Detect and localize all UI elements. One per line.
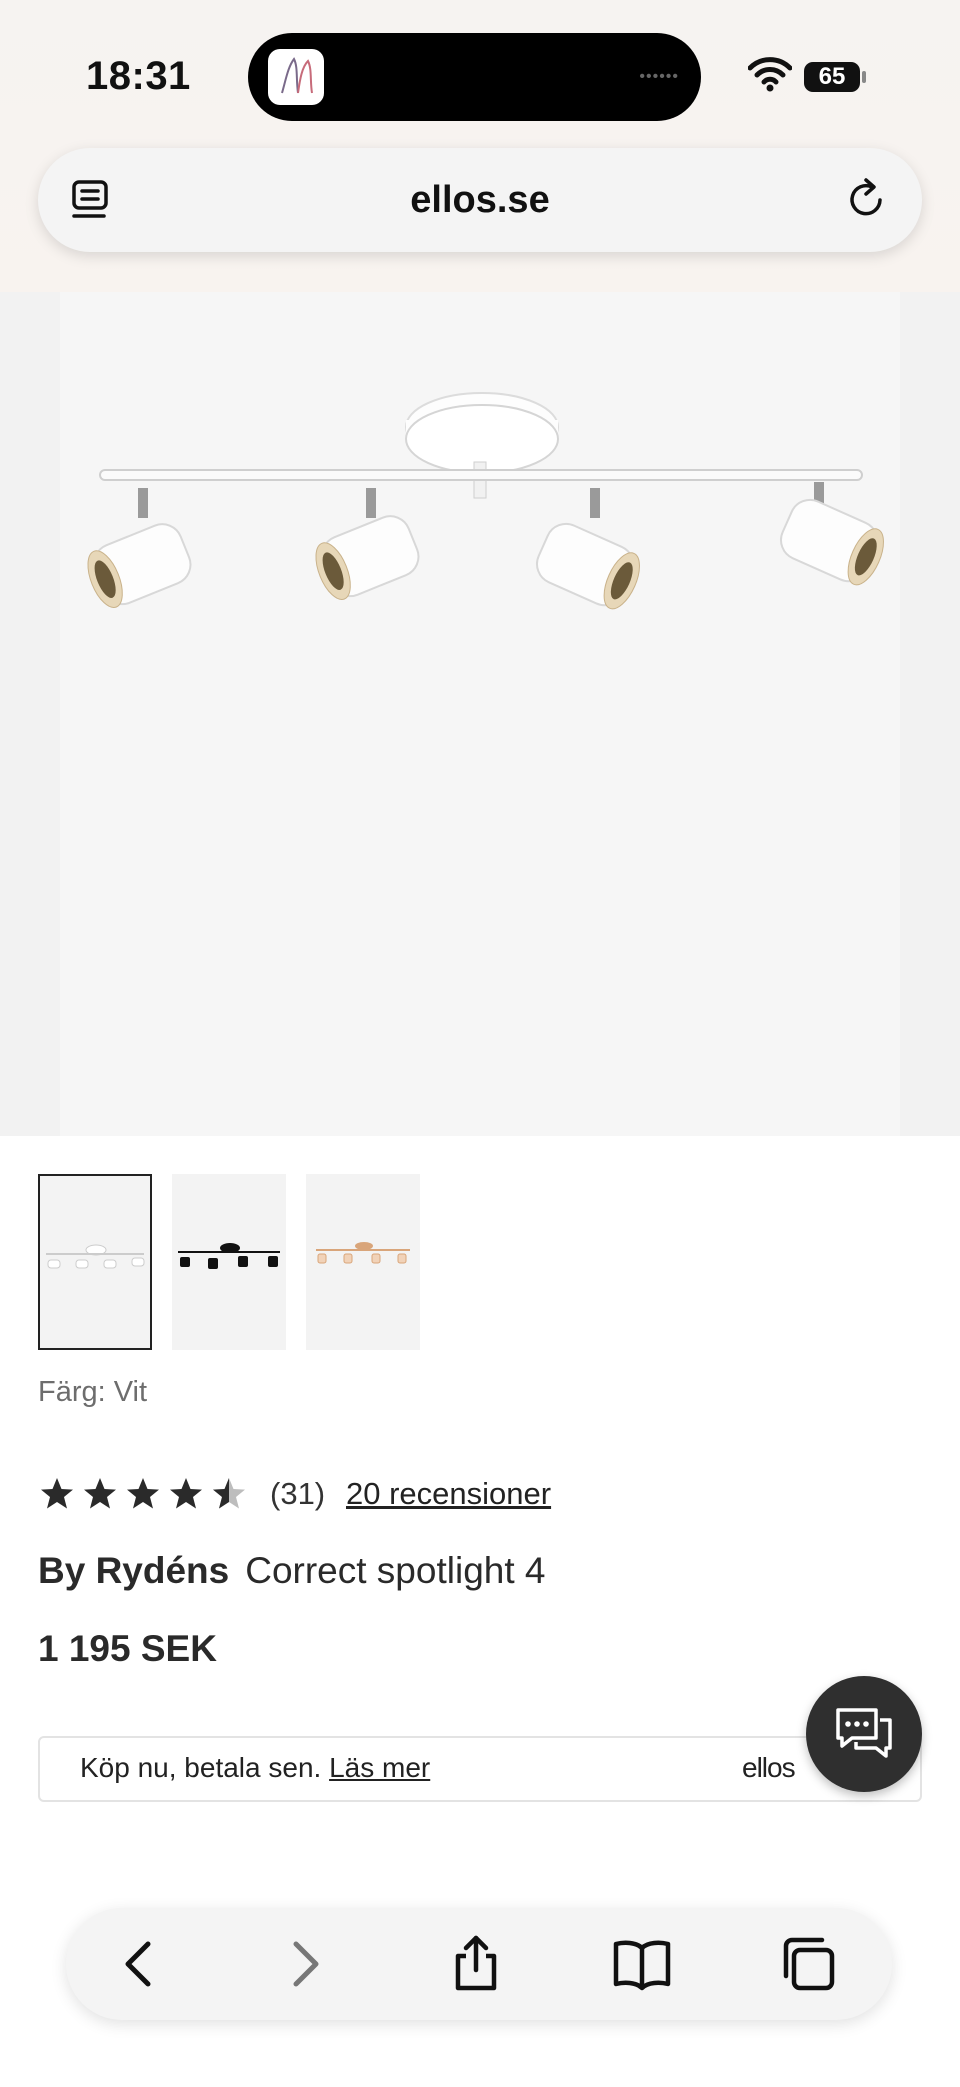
battery-cap [862,71,866,83]
back-button[interactable] [110,1934,170,1994]
now-playing-thumbnail [268,49,324,105]
bookmarks-button[interactable] [612,1934,672,1994]
share-icon [455,1935,497,1991]
forward-icon [293,1941,319,1987]
star-icon [41,1478,73,1509]
reviews-link[interactable]: 20 recensioner [346,1476,551,1512]
browser-top-area: 18:31 •••••• 65 ellos.se [0,0,960,292]
tabs-button[interactable] [778,1934,838,1994]
read-more-link[interactable]: Läs mer [329,1752,430,1783]
product-title: By Rydéns Correct spotlight 4 [38,1550,545,1592]
forward-button[interactable] [274,1934,334,1994]
thumbnail-copper[interactable] [306,1174,420,1350]
tabs-icon [783,1937,835,1991]
product-brand[interactable]: By Rydéns [38,1550,229,1591]
share-button[interactable] [446,1934,506,1994]
browser-toolbar [66,1908,892,2020]
thumbnail-white[interactable] [38,1174,152,1350]
star-rating [41,1478,245,1509]
reload-icon[interactable] [844,176,890,222]
pay-later-text-row: Köp nu, betala sen. Läs mer [80,1752,430,1784]
chat-button[interactable] [806,1676,922,1792]
battery-level: 65 [818,63,846,90]
color-label: Färg: Vit [38,1376,148,1408]
bookmarks-icon [613,1940,671,1991]
product-price: 1 195 SEK [38,1628,217,1669]
thumbnail-black[interactable] [172,1174,286,1350]
half-star-icon [213,1478,245,1509]
pay-later-text: Köp nu, betala sen. [80,1752,322,1783]
product-name: Correct spotlight 4 [245,1550,546,1591]
wifi-icon [748,57,792,92]
rating-count: (31) [270,1476,326,1511]
address-bar[interactable]: ellos.se [38,148,922,252]
status-time: 18:31 [86,54,191,98]
url-text[interactable]: ellos.se [38,148,922,252]
back-icon [125,1941,151,1987]
ellos-logo: ellos [742,1752,796,1783]
chat-icon [836,1708,892,1758]
activity-indicator: •••••• [639,68,679,85]
star-icon [84,1478,116,1509]
product-main-image[interactable] [0,292,960,1136]
spotlight-illustration [87,392,884,610]
battery-icon: 65 [804,62,860,92]
pay-later-banner: Köp nu, betala sen. Läs mer ellos [38,1736,922,1802]
star-icon [170,1478,202,1509]
dynamic-island: •••••• [248,33,701,121]
star-icon [127,1478,159,1509]
